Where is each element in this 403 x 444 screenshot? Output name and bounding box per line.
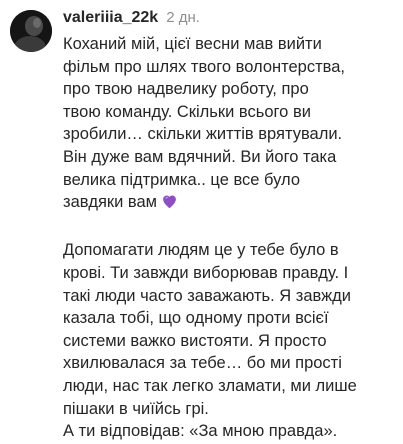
- text-line: велика підтримка.. це все було: [63, 170, 301, 189]
- comment-paragraph-3: А ти відповідав: «За мною правда».: [63, 420, 397, 443]
- text-line: Він дуже вам вдячний. Ви його така: [63, 147, 337, 166]
- text-line: пішаки в чиїйсь грі.: [63, 399, 209, 418]
- comment: valeriiia_22k 2 дн. Коханий мій, цієї ве…: [0, 0, 403, 444]
- avatar[interactable]: [10, 10, 52, 52]
- comment-paragraph-2: Допомагати людям це у тебе було в крові.…: [63, 239, 397, 420]
- text-line: фільм про шлях твого волонтерства,: [63, 57, 345, 76]
- text-line: про твою надвелику роботу, про: [63, 80, 309, 99]
- comment-timestamp: 2 дн.: [166, 9, 200, 26]
- text-line: такі люди часто заважають. Я завжди: [63, 286, 351, 305]
- text-line: Допомагати людям це у тебе було в: [63, 241, 339, 260]
- text-line: крові. Ти завжди виборював правду. І: [63, 263, 349, 282]
- text-line: хвилювалася за тебе… бо ми прості: [63, 354, 342, 373]
- comment-meta: valeriiia_22k 2 дн.: [63, 9, 397, 33]
- username-link[interactable]: valeriiia_22k: [63, 9, 158, 27]
- comment-text: Коханий мій, цієї весни мав вийти фільм …: [63, 33, 397, 443]
- text-line-with-emoji: завдяки вам: [63, 191, 397, 217]
- comment-paragraph-1: Коханий мій, цієї весни мав вийти фільм …: [63, 33, 397, 217]
- user-avatar-icon: [10, 10, 52, 52]
- text-line: Коханий мій, цієї весни мав вийти: [63, 35, 322, 53]
- comment-body: valeriiia_22k 2 дн. Коханий мій, цієї ве…: [63, 9, 397, 443]
- text-line: люди, нас так легко зламати, ми лише: [63, 376, 357, 395]
- text-line: казала тобі, що одному проти всієї: [63, 309, 329, 328]
- text-line: твою команду. Скільки всього ви: [63, 102, 311, 121]
- text-line: системи важко вистояти. Я просто: [63, 331, 327, 350]
- purple-heart-icon: [161, 193, 178, 217]
- text-line: завдяки вам: [63, 193, 158, 212]
- text-line: зробили… скільки життів врятували.: [63, 125, 343, 144]
- text-line: А ти відповідав: «За мною правда».: [63, 422, 338, 441]
